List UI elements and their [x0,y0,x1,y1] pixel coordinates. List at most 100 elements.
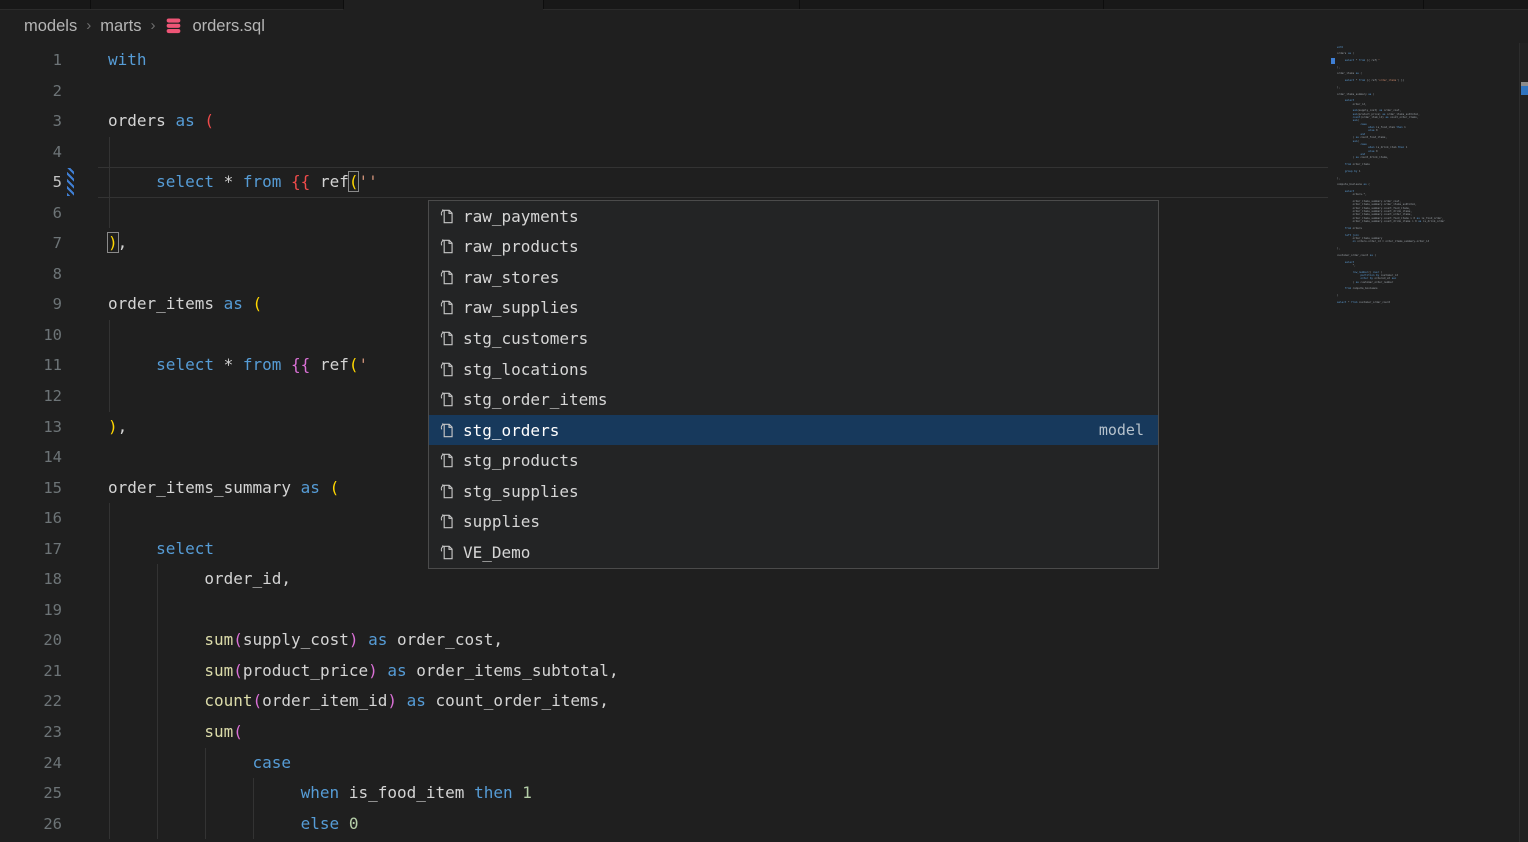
suggestion-item[interactable]: raw_payments [429,201,1158,232]
line-number: 13 [0,412,62,443]
suggestion-item[interactable]: raw_products [429,232,1158,263]
code-line[interactable]: 4 [0,137,1528,168]
suggestion-label: stg_locations [463,360,588,379]
code-text: count(order_item_id) as count_order_item… [108,686,609,717]
overview-ruler-modified-marker [1521,86,1528,95]
code-line[interactable]: 23 sum( [0,717,1528,748]
tab-separator [1423,0,1424,9]
editor-tab-strip[interactable] [0,0,1528,10]
line-number: 15 [0,473,62,504]
minimap-modified-line-marker [1331,58,1335,64]
breadcrumb: models › marts › orders.sql [24,12,265,40]
file-reference-icon [438,360,456,379]
suggestion-label: raw_payments [463,207,579,226]
line-number: 14 [0,442,62,473]
suggestion-label: stg_orders [463,421,559,440]
chevron-right-icon: › [86,17,91,34]
code-line[interactable]: 3orders as ( [0,106,1528,137]
line-number: 6 [0,198,62,229]
suggestion-item[interactable]: raw_stores [429,262,1158,293]
suggestion-item[interactable]: stg_locations [429,354,1158,385]
code-text: select * from {{ ref(' [108,350,368,381]
line-number: 19 [0,595,62,626]
file-reference-icon [438,237,456,256]
line-number: 8 [0,259,62,290]
suggestion-item[interactable]: stg_supplies [429,476,1158,507]
breadcrumb-item-file[interactable]: orders.sql [192,17,264,36]
code-text: sum( [108,717,243,748]
suggestion-label: VE_Demo [463,543,530,562]
suggestion-label: supplies [463,512,540,531]
indent-guide [109,503,110,534]
suggestion-label: raw_stores [463,268,559,287]
line-number: 20 [0,625,62,656]
code-line[interactable]: 26 else 0 [0,809,1528,840]
code-line[interactable]: 2 [0,76,1528,107]
suggestion-item[interactable]: stg_products [429,445,1158,476]
suggestion-item[interactable]: supplies [429,506,1158,537]
code-text: sum(supply_cost) as order_cost, [108,625,503,656]
suggestion-item[interactable]: VE_Demo [429,537,1158,568]
code-line[interactable]: 18 order_id, [0,564,1528,595]
breadcrumb-item-marts[interactable]: marts [100,17,141,36]
line-number: 22 [0,686,62,717]
file-reference-icon [438,298,456,317]
overview-ruler[interactable] [1519,43,1528,842]
code-line[interactable]: 19 [0,595,1528,626]
code-text: order_items as ( [108,289,262,320]
file-reference-icon [438,451,456,470]
breadcrumb-item-models[interactable]: models [24,17,77,36]
tabbar-border [0,9,343,10]
suggestion-label: stg_order_items [463,390,608,409]
tab-separator [799,0,800,9]
line-number: 10 [0,320,62,351]
line-number: 23 [0,717,62,748]
code-text: with [108,45,147,76]
suggestion-item[interactable]: stg_customers [429,323,1158,354]
code-text: select [108,534,214,565]
file-reference-icon [438,543,456,562]
line-number: 2 [0,76,62,107]
code-text: select * from {{ ref('' [108,167,378,198]
minimap-line: select * from customer_order_count [1337,301,1517,304]
code-line[interactable]: 5 select * from {{ ref('' [0,167,1528,198]
suggestion-label: stg_products [463,451,579,470]
code-line[interactable]: 25 when is_food_item then 1 [0,778,1528,809]
indent-guide [109,595,110,626]
active-tab-edge[interactable] [343,0,543,10]
suggestion-item[interactable]: stg_order_items [429,384,1158,415]
code-line[interactable]: 20 sum(supply_cost) as order_cost, [0,625,1528,656]
code-line[interactable]: 1 with [0,45,1528,76]
tabbar-border [543,9,1528,10]
tab-separator [543,0,544,9]
tab-separator [343,0,344,9]
autocomplete-dropdown[interactable]: raw_payments raw_products raw_stores raw… [428,200,1159,569]
code-text: case [108,748,291,779]
line-number: 17 [0,534,62,565]
code-text: else 0 [108,809,358,840]
suggestion-label: stg_supplies [463,482,579,501]
modified-line-marker [67,168,74,196]
line-number: 3 [0,106,62,137]
file-reference-icon [438,390,456,409]
line-number: 21 [0,656,62,687]
file-reference-icon [438,512,456,531]
indent-guide [157,595,158,626]
suggestion-label: raw_supplies [463,298,579,317]
code-line[interactable]: 24 case [0,748,1528,779]
line-number: 1 [0,45,62,76]
indent-guide [109,320,110,351]
indent-guide [109,381,110,412]
code-text: order_id, [108,564,291,595]
line-number: 4 [0,137,62,168]
suggestion-item[interactable]: stg_ordersmodel [429,415,1158,446]
minimap[interactable]: with orders as ( select * from {{ ref(''… [1337,46,1517,305]
line-number: 24 [0,748,62,779]
suggestion-item[interactable]: raw_supplies [429,293,1158,324]
line-number: 18 [0,564,62,595]
chevron-right-icon: › [150,17,155,34]
code-line[interactable]: 22 count(order_item_id) as count_order_i… [0,686,1528,717]
file-reference-icon [438,421,456,440]
code-line[interactable]: 21 sum(product_price) as order_items_sub… [0,656,1528,687]
code-text: when is_food_item then 1 [108,778,532,809]
